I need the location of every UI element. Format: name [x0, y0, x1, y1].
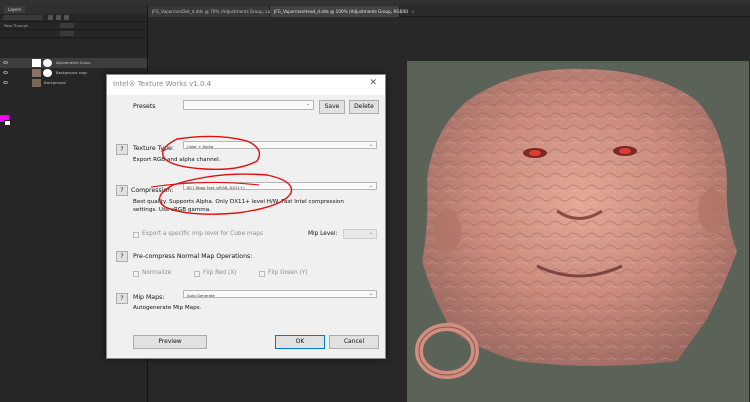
delete-preset-button[interactable]: Delete — [349, 100, 379, 114]
layer-thumbnail — [32, 59, 41, 67]
eye-icon[interactable] — [3, 71, 8, 74]
face-texture-image — [415, 68, 737, 379]
chevron-down-icon: ⌄ — [368, 142, 373, 148]
layer-mask-thumbnail — [43, 59, 52, 67]
chevron-down-icon: ⌄ — [368, 183, 373, 189]
chevron-down-icon: ⌄ — [305, 101, 310, 107]
texture-type-select[interactable]: Color + Alpha ⌄ — [183, 141, 377, 149]
presets-select[interactable]: ⌄ — [183, 100, 314, 110]
compression-value: BC7 8bpp Fast (sRGB, DX11+) — [187, 185, 245, 190]
compression-description: Best quality. Supports Alpha. Only DX11+… — [133, 199, 344, 213]
opacity-field[interactable] — [60, 23, 74, 28]
chevron-down-icon: ⌄ — [368, 291, 373, 297]
filter-icon[interactable] — [56, 15, 61, 20]
export-mip-label: Export a specific mip level for Cube map… — [142, 231, 263, 237]
layer-name: Background copy — [56, 71, 88, 75]
flip-green-checkbox[interactable] — [259, 271, 265, 277]
layer-row[interactable]: Adjustments Group — [0, 58, 147, 68]
normalize-checkbox[interactable] — [133, 271, 139, 277]
texture-type-description: Export RGB and alpha channel. — [133, 157, 221, 163]
flip-red-checkbox[interactable] — [194, 271, 200, 277]
texture-type-value: Color + Alpha — [187, 144, 214, 149]
mip-maps-description: Autogenerate Mip Maps. — [133, 305, 202, 311]
texture-works-dialog: Intel® Texture Works v1.0.4 ✕ Presets ⌄ … — [106, 74, 386, 359]
document-tab-det[interactable]: JFG_VapormanDet_d.dds @ 70% (Adjustments… — [148, 6, 301, 17]
blend-mode-select[interactable]: Pass Through — [4, 24, 28, 28]
filter-icon[interactable] — [64, 15, 69, 20]
blend-mode-row: Pass Through — [0, 22, 147, 30]
compression-label: Compression: — [131, 187, 174, 194]
export-mip-checkbox[interactable] — [133, 232, 139, 238]
presets-label: Presets — [133, 103, 156, 110]
document-tab-bar: JFG_VapormanDet_d.dds @ 70% (Adjustments… — [148, 5, 750, 17]
document-tab-head[interactable]: JFG_VapormanHead_d.dds @ 100% (Adjustmen… — [270, 6, 415, 17]
layer-filter-row — [0, 14, 147, 22]
eye-icon[interactable] — [3, 81, 8, 84]
close-icon[interactable]: ✕ — [369, 78, 377, 88]
texture-type-label: Texture Type: — [133, 145, 174, 152]
photoshop-window: JFG_VapormanDet_d.dds @ 70% (Adjustments… — [0, 0, 750, 402]
save-preset-button[interactable]: Save — [319, 100, 345, 114]
preview-button[interactable]: Preview — [133, 335, 207, 349]
chevron-down-icon: ⌄ — [368, 230, 373, 236]
lock-row — [0, 30, 147, 38]
mip-maps-help-button[interactable]: ? — [116, 293, 128, 304]
layer-mask-thumbnail — [43, 69, 52, 77]
layer-name: Adjustments Group — [56, 61, 91, 65]
filter-icon[interactable] — [48, 15, 53, 20]
layers-panel-tabs: Layers — [0, 5, 147, 14]
mip-level-label: Mip Level: — [308, 231, 338, 237]
document-canvas[interactable] — [407, 61, 749, 402]
eye-icon[interactable] — [3, 61, 8, 64]
dialog-title: Intel® Texture Works v1.0.4 — [113, 80, 212, 88]
mip-maps-label: Mip Maps: — [133, 294, 165, 301]
document-tab-label: JFG_VapormanHead_d.dds @ 100% (Adjustmen… — [274, 9, 409, 14]
background-color-swatch[interactable] — [4, 120, 11, 126]
red-annotation-scribbles — [150, 135, 293, 215]
layer-thumbnail — [32, 79, 41, 87]
compression-help-button[interactable]: ? — [116, 185, 128, 196]
fill-field[interactable] — [60, 31, 74, 36]
precompress-label: Pre-compress Normal Map Operations: — [133, 253, 253, 260]
flip-red-label: Flip Red (X) — [203, 270, 237, 276]
cancel-button[interactable]: Cancel — [329, 335, 379, 349]
mip-level-select[interactable]: ⌄ — [343, 229, 377, 239]
mip-maps-select[interactable]: Auto Generate ⌄ — [183, 290, 377, 298]
dialog-title-bar: Intel® Texture Works v1.0.4 ✕ — [107, 75, 385, 95]
layer-name: Background — [44, 81, 66, 85]
precompress-help-button[interactable]: ? — [116, 251, 128, 262]
normalize-label: Normalize — [142, 270, 172, 276]
compression-select[interactable]: BC7 8bpp Fast (sRGB, DX11+) ⌄ — [183, 182, 377, 190]
flip-green-label: Flip Green (Y) — [268, 270, 308, 276]
ok-button[interactable]: OK — [275, 335, 325, 349]
tab-layers[interactable]: Layers — [4, 6, 26, 13]
close-icon[interactable]: × — [411, 9, 415, 14]
mip-maps-value: Auto Generate — [187, 293, 215, 298]
texture-type-help-button[interactable]: ? — [116, 144, 128, 155]
layer-thumbnail — [32, 69, 41, 77]
layer-filter-field[interactable] — [3, 15, 43, 20]
